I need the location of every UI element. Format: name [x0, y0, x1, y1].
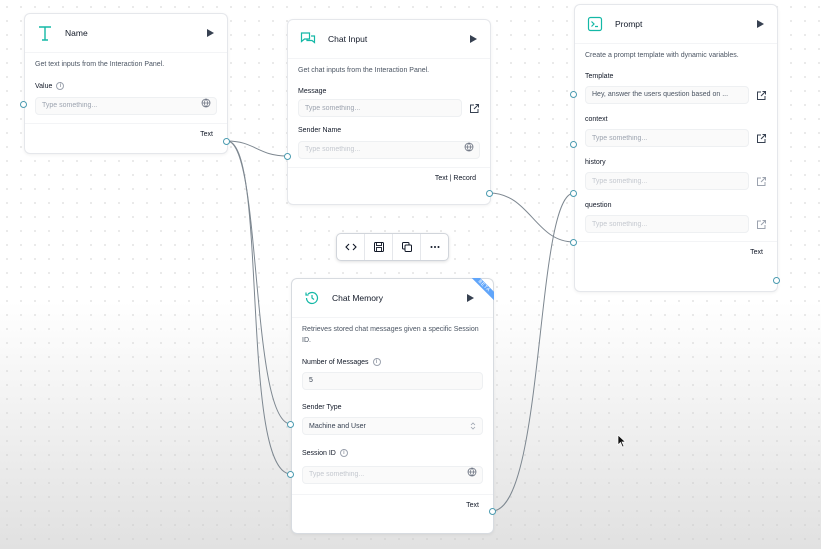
more-button[interactable] — [421, 234, 448, 260]
save-button[interactable] — [365, 234, 393, 260]
play-icon — [467, 294, 474, 302]
question-input[interactable] — [585, 215, 749, 233]
template-label: Template — [585, 73, 614, 80]
context-input[interactable] — [585, 129, 749, 147]
code-icon — [344, 243, 357, 251]
run-button[interactable] — [753, 17, 767, 31]
output-text-record: Text | Record — [288, 166, 490, 190]
prompt-node[interactable]: Prompt Create a prompt template with dyn… — [574, 4, 778, 292]
run-button[interactable] — [463, 291, 477, 305]
text-type-icon — [35, 23, 55, 43]
value-handle[interactable] — [20, 101, 27, 108]
node-title: Prompt — [615, 19, 643, 29]
chat-memory-output-handle[interactable] — [489, 508, 496, 515]
session-id-label: Session ID i — [292, 449, 493, 457]
info-icon: i — [56, 82, 65, 90]
globe-icon[interactable] — [201, 98, 211, 108]
globe-icon[interactable] — [467, 467, 477, 477]
node-header: Prompt — [575, 5, 777, 43]
sender-name-label: Sender Name — [298, 127, 342, 134]
node-description: Get chat inputs from the Interaction Pan… — [288, 58, 490, 82]
external-link-icon[interactable] — [755, 175, 767, 187]
output-text: Text — [575, 241, 777, 264]
question-handle[interactable] — [570, 239, 577, 246]
node-title: Name — [65, 28, 88, 38]
chevron-updown-icon — [470, 422, 476, 430]
context-handle[interactable] — [570, 141, 577, 148]
template-handle[interactable] — [570, 91, 577, 98]
node-description: Retrieves stored chat messages given a s… — [292, 317, 493, 352]
node-header: Chat Memory — [292, 279, 493, 317]
value-input[interactable] — [35, 96, 217, 115]
duplicate-button[interactable] — [393, 234, 421, 260]
info-icon: i — [372, 358, 381, 366]
external-link-icon[interactable] — [755, 218, 767, 230]
message-label: Message — [298, 88, 327, 95]
message-input[interactable] — [298, 99, 462, 117]
chat-input-node[interactable]: Chat Input Get chat inputs from the Inte… — [287, 19, 491, 205]
output-text: Text — [25, 122, 227, 146]
prompt-output-handle[interactable] — [773, 277, 780, 284]
play-icon — [207, 29, 214, 37]
save-icon — [373, 242, 384, 252]
node-description: Create a prompt template with dynamic va… — [575, 43, 777, 67]
history-label: history — [585, 159, 606, 166]
chat-memory-node[interactable]: BETA Chat Memory Retrieves stored chat m… — [291, 278, 494, 534]
node-header: Name — [25, 14, 227, 52]
sender-type-select[interactable]: Machine and User — [302, 417, 483, 435]
number-of-messages-label: Number of Messages i — [292, 358, 493, 366]
history-handle[interactable] — [570, 190, 577, 197]
session-id-input[interactable] — [302, 465, 483, 484]
edge-name-to-sender-type — [226, 140, 292, 425]
edge-memory-to-history — [491, 192, 575, 512]
sender-type-label: Sender Type — [302, 404, 342, 411]
play-icon — [757, 20, 764, 28]
history-icon — [302, 288, 322, 308]
sender-name-handle[interactable] — [284, 153, 291, 160]
code-button[interactable] — [337, 234, 365, 260]
chat-input-output-handle[interactable] — [486, 190, 493, 197]
context-label: context — [585, 116, 608, 123]
node-toolbar — [336, 233, 449, 261]
run-button[interactable] — [466, 32, 480, 46]
more-icon — [430, 246, 439, 248]
chat-icon — [298, 29, 318, 49]
external-link-icon[interactable] — [755, 132, 767, 144]
external-link-icon[interactable] — [468, 102, 480, 114]
sender-name-input[interactable] — [298, 140, 480, 159]
node-description: Get text inputs from the Interaction Pan… — [25, 52, 227, 76]
template-input[interactable]: Hey, answer the users question based on … — [585, 86, 749, 104]
node-header: Chat Input — [288, 20, 490, 58]
info-icon: i — [339, 449, 348, 457]
run-button[interactable] — [203, 26, 217, 40]
history-input[interactable] — [585, 172, 749, 190]
duplicate-icon — [401, 242, 412, 252]
output-text: Text — [292, 493, 493, 517]
question-label: question — [585, 202, 612, 209]
name-output-handle[interactable] — [223, 138, 230, 145]
node-title: Chat Input — [328, 34, 368, 44]
mouse-cursor-icon — [617, 434, 627, 448]
sender-type-handle[interactable] — [287, 421, 294, 428]
name-node[interactable]: Name Get text inputs from the Interactio… — [24, 13, 228, 154]
play-icon — [470, 35, 477, 43]
edge-chatinput-to-question — [488, 192, 575, 243]
external-link-icon[interactable] — [755, 89, 767, 101]
session-id-handle[interactable] — [287, 471, 294, 478]
value-label: Value i — [25, 82, 227, 90]
number-of-messages-input[interactable]: 5 — [302, 372, 483, 390]
node-title: Chat Memory — [332, 293, 384, 303]
terminal-icon — [585, 14, 605, 34]
globe-icon[interactable] — [464, 142, 474, 152]
